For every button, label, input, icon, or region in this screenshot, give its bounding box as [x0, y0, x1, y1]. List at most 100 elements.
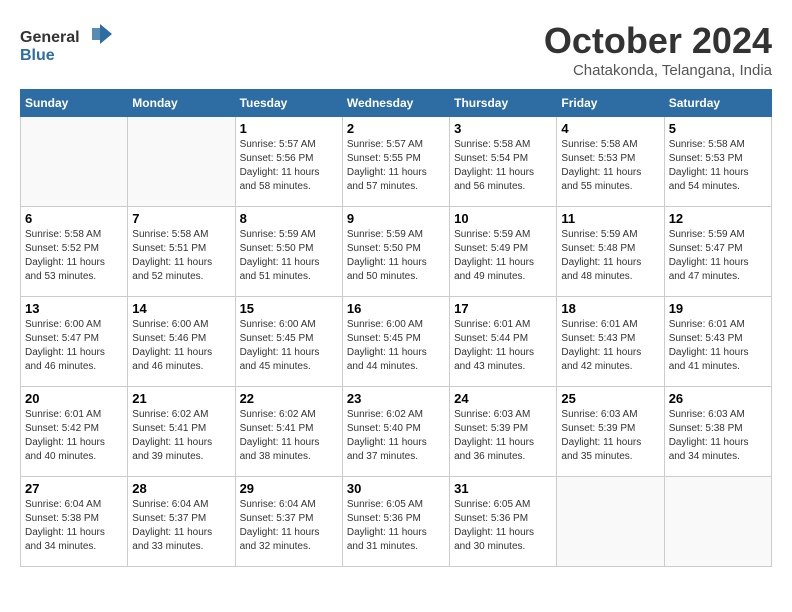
calendar-cell: 31 Sunrise: 6:05 AMSunset: 5:36 PMDayligh…	[450, 477, 557, 567]
calendar-cell: 10 Sunrise: 5:59 AMSunset: 5:49 PMDayligh…	[450, 207, 557, 297]
day-info: Sunrise: 5:59 AMSunset: 5:50 PMDaylight:…	[240, 228, 338, 284]
day-number: 30	[347, 481, 445, 496]
day-number: 10	[454, 211, 552, 226]
title-section: October 2024 Chatakonda, Telangana, Indi…	[544, 20, 772, 79]
calendar-week-row: 20 Sunrise: 6:01 AMSunset: 5:42 PMDayligh…	[21, 387, 772, 477]
day-number: 19	[669, 301, 767, 316]
calendar-cell: 24 Sunrise: 6:03 AMSunset: 5:39 PMDayligh…	[450, 387, 557, 477]
calendar-cell: 17 Sunrise: 6:01 AMSunset: 5:44 PMDayligh…	[450, 297, 557, 387]
day-info: Sunrise: 6:03 AMSunset: 5:38 PMDaylight:…	[669, 408, 767, 464]
calendar-table: SundayMondayTuesdayWednesdayThursdayFrid…	[20, 89, 772, 567]
page-header: General Blue October 2024 Chatakonda, Te…	[20, 20, 772, 79]
day-info: Sunrise: 6:01 AMSunset: 5:43 PMDaylight:…	[561, 318, 659, 374]
calendar-cell: 28Sunrise: 6:04 AMSunset: 5:37 PMDayligh…	[128, 477, 235, 567]
calendar-cell: 7Sunrise: 5:58 AMSunset: 5:51 PMDaylight…	[128, 207, 235, 297]
calendar-cell	[557, 477, 664, 567]
calendar-week-row: 27 Sunrise: 6:04 AMSunset: 5:38 PMDayligh…	[21, 477, 772, 567]
calendar-cell: 27 Sunrise: 6:04 AMSunset: 5:38 PMDayligh…	[21, 477, 128, 567]
calendar-cell: 21Sunrise: 6:02 AMSunset: 5:41 PMDayligh…	[128, 387, 235, 477]
day-number: 2	[347, 121, 445, 136]
calendar-week-row: 1 Sunrise: 5:57 AMSunset: 5:56 PMDaylight…	[21, 117, 772, 207]
day-info: Sunrise: 5:57 AMSunset: 5:56 PMDaylight:…	[240, 138, 338, 194]
day-info: Sunrise: 6:02 AMSunset: 5:41 PMDaylight:…	[240, 408, 338, 464]
calendar-cell: 13 Sunrise: 6:00 AMSunset: 5:47 PMDayligh…	[21, 297, 128, 387]
day-number: 25	[561, 391, 659, 406]
day-info: Sunrise: 5:58 AMSunset: 5:54 PMDaylight:…	[454, 138, 552, 194]
calendar-week-row: 6 Sunrise: 5:58 AMSunset: 5:52 PMDaylight…	[21, 207, 772, 297]
day-info: Sunrise: 6:00 AMSunset: 5:46 PMDaylight:…	[132, 318, 230, 374]
calendar-cell: 6 Sunrise: 5:58 AMSunset: 5:52 PMDaylight…	[21, 207, 128, 297]
day-info: Sunrise: 5:59 AMSunset: 5:49 PMDaylight:…	[454, 228, 552, 284]
weekday-header: Monday	[128, 90, 235, 117]
day-number: 6	[25, 211, 123, 226]
calendar-cell: 4Sunrise: 5:58 AMSunset: 5:53 PMDaylight…	[557, 117, 664, 207]
calendar-cell: 9 Sunrise: 5:59 AMSunset: 5:50 PMDaylight…	[342, 207, 449, 297]
calendar-cell: 16 Sunrise: 6:00 AMSunset: 5:45 PMDayligh…	[342, 297, 449, 387]
day-number: 27	[25, 481, 123, 496]
calendar-cell	[21, 117, 128, 207]
calendar-cell	[128, 117, 235, 207]
calendar-cell: 5Sunrise: 5:58 AMSunset: 5:53 PMDaylight…	[664, 117, 771, 207]
day-number: 13	[25, 301, 123, 316]
calendar-cell: 2Sunrise: 5:57 AMSunset: 5:55 PMDaylight…	[342, 117, 449, 207]
weekday-header: Friday	[557, 90, 664, 117]
day-number: 31	[454, 481, 552, 496]
day-info: Sunrise: 6:00 AMSunset: 5:45 PMDaylight:…	[240, 318, 338, 374]
month-title: October 2024	[544, 20, 772, 62]
day-info: Sunrise: 6:04 AMSunset: 5:37 PMDaylight:…	[132, 498, 230, 554]
day-info: Sunrise: 5:59 AMSunset: 5:50 PMDaylight:…	[347, 228, 445, 284]
calendar-cell: 12 Sunrise: 5:59 AMSunset: 5:47 PMDayligh…	[664, 207, 771, 297]
calendar-cell	[664, 477, 771, 567]
day-number: 17	[454, 301, 552, 316]
day-info: Sunrise: 6:05 AMSunset: 5:36 PMDaylight:…	[347, 498, 445, 554]
weekday-header: Saturday	[664, 90, 771, 117]
day-number: 18	[561, 301, 659, 316]
svg-text:Blue: Blue	[20, 47, 55, 64]
day-info: Sunrise: 6:02 AMSunset: 5:41 PMDaylight:…	[132, 408, 230, 464]
calendar-cell: 8 Sunrise: 5:59 AMSunset: 5:50 PMDaylight…	[235, 207, 342, 297]
day-info: Sunrise: 5:59 AMSunset: 5:47 PMDaylight:…	[669, 228, 767, 284]
calendar-header-row: SundayMondayTuesdayWednesdayThursdayFrid…	[21, 90, 772, 117]
calendar-cell: 11Sunrise: 5:59 AMSunset: 5:48 PMDayligh…	[557, 207, 664, 297]
day-number: 16	[347, 301, 445, 316]
day-info: Sunrise: 6:03 AMSunset: 5:39 PMDaylight:…	[454, 408, 552, 464]
day-info: Sunrise: 5:58 AMSunset: 5:52 PMDaylight:…	[25, 228, 123, 284]
day-number: 1	[240, 121, 338, 136]
day-info: Sunrise: 6:01 AMSunset: 5:43 PMDaylight:…	[669, 318, 767, 374]
calendar-cell: 23Sunrise: 6:02 AMSunset: 5:40 PMDayligh…	[342, 387, 449, 477]
day-number: 26	[669, 391, 767, 406]
calendar-cell: 25 Sunrise: 6:03 AMSunset: 5:39 PMDayligh…	[557, 387, 664, 477]
day-info: Sunrise: 6:00 AMSunset: 5:45 PMDaylight:…	[347, 318, 445, 374]
logo-svg: General Blue	[20, 20, 120, 70]
day-info: Sunrise: 5:59 AMSunset: 5:48 PMDaylight:…	[561, 228, 659, 284]
day-info: Sunrise: 6:05 AMSunset: 5:36 PMDaylight:…	[454, 498, 552, 554]
svg-text:General: General	[20, 29, 80, 46]
calendar-cell: 22Sunrise: 6:02 AMSunset: 5:41 PMDayligh…	[235, 387, 342, 477]
day-number: 12	[669, 211, 767, 226]
calendar-cell: 26 Sunrise: 6:03 AMSunset: 5:38 PMDayligh…	[664, 387, 771, 477]
day-number: 14	[132, 301, 230, 316]
day-info: Sunrise: 6:01 AMSunset: 5:44 PMDaylight:…	[454, 318, 552, 374]
day-info: Sunrise: 6:04 AMSunset: 5:38 PMDaylight:…	[25, 498, 123, 554]
day-number: 7	[132, 211, 230, 226]
location: Chatakonda, Telangana, India	[544, 62, 772, 79]
logo: General Blue	[20, 20, 120, 70]
day-number: 20	[25, 391, 123, 406]
calendar-cell: 3 Sunrise: 5:58 AMSunset: 5:54 PMDaylight…	[450, 117, 557, 207]
day-number: 3	[454, 121, 552, 136]
day-number: 8	[240, 211, 338, 226]
day-info: Sunrise: 6:01 AMSunset: 5:42 PMDaylight:…	[25, 408, 123, 464]
calendar-cell: 29Sunrise: 6:04 AMSunset: 5:37 PMDayligh…	[235, 477, 342, 567]
weekday-header: Wednesday	[342, 90, 449, 117]
calendar-cell: 19 Sunrise: 6:01 AMSunset: 5:43 PMDayligh…	[664, 297, 771, 387]
day-info: Sunrise: 6:00 AMSunset: 5:47 PMDaylight:…	[25, 318, 123, 374]
day-number: 24	[454, 391, 552, 406]
day-number: 23	[347, 391, 445, 406]
calendar-cell: 1 Sunrise: 5:57 AMSunset: 5:56 PMDaylight…	[235, 117, 342, 207]
day-number: 5	[669, 121, 767, 136]
calendar-cell: 15Sunrise: 6:00 AMSunset: 5:45 PMDayligh…	[235, 297, 342, 387]
day-info: Sunrise: 6:03 AMSunset: 5:39 PMDaylight:…	[561, 408, 659, 464]
weekday-header: Sunday	[21, 90, 128, 117]
calendar-cell: 20 Sunrise: 6:01 AMSunset: 5:42 PMDayligh…	[21, 387, 128, 477]
day-number: 9	[347, 211, 445, 226]
